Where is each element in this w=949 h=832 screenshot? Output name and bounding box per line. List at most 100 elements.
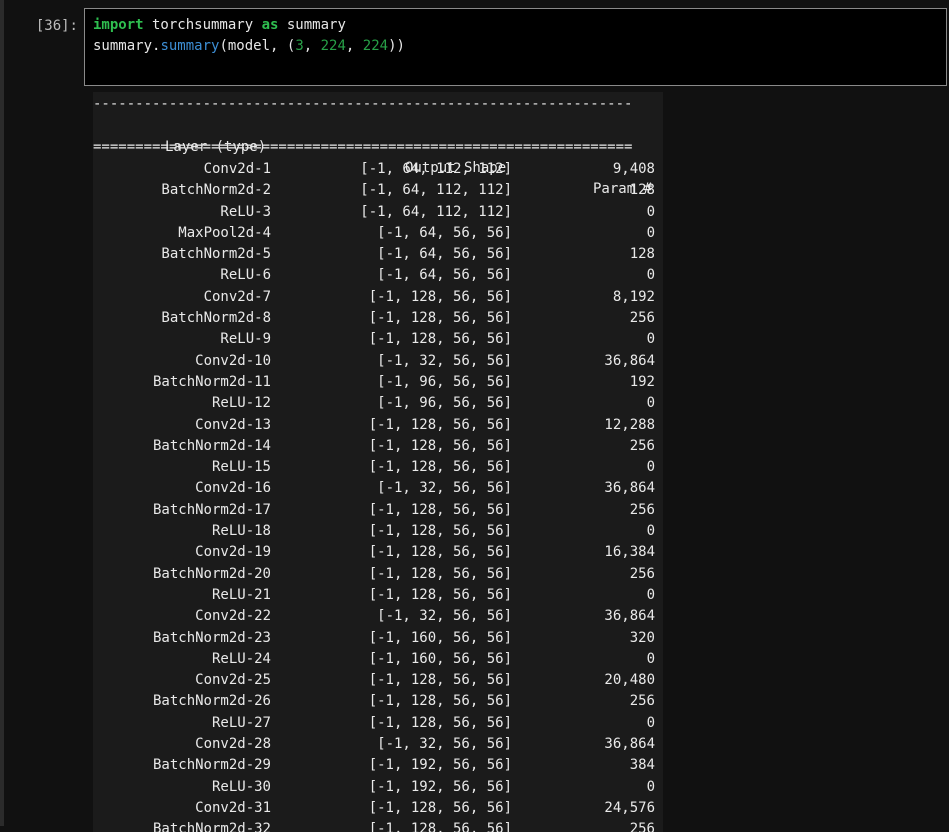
output-shape-cell: [-1, 64, 56, 56] xyxy=(377,246,512,263)
code-token: , xyxy=(345,38,363,54)
code-token: as xyxy=(261,17,279,33)
output-shape-cell: [-1, 128, 56, 56] xyxy=(368,459,512,476)
table-row: Conv2d-31 [-1, 128, 56, 56] 24,576 xyxy=(93,798,663,819)
code-token: import xyxy=(93,17,144,33)
layer-name-cell: ReLU-12 xyxy=(211,395,271,412)
param-count-cell: 0 xyxy=(646,523,655,540)
layer-name-cell: Conv2d-25 xyxy=(195,672,271,689)
param-count-cell: 256 xyxy=(629,310,655,327)
layer-name-cell: MaxPool2d-4 xyxy=(178,224,271,241)
param-count-cell: 0 xyxy=(646,586,655,603)
output-background xyxy=(663,92,949,826)
output-shape-cell: [-1, 128, 56, 56] xyxy=(368,523,512,540)
param-count-cell: 9,408 xyxy=(612,161,655,177)
output-shape-cell: [-1, 32, 56, 56] xyxy=(377,608,512,625)
code-token: 224 xyxy=(362,38,389,54)
layer-name-cell: ReLU-21 xyxy=(211,586,271,603)
layer-name-cell: ReLU-3 xyxy=(220,203,271,220)
layer-name-cell: Conv2d-1 xyxy=(203,161,271,177)
table-row: ReLU-9 [-1, 128, 56, 56] 0 xyxy=(93,329,663,350)
code-line-2: summary.summary(model, (3, 224, 224)) xyxy=(93,36,946,57)
output-shape-cell: [-1, 160, 56, 56] xyxy=(368,629,512,646)
table-row: ReLU-24 [-1, 160, 56, 56] 0 xyxy=(93,649,663,670)
cell-collapse-bar[interactable] xyxy=(0,0,4,826)
param-count-cell: 128 xyxy=(629,246,655,263)
output-shape-cell: [-1, 128, 56, 56] xyxy=(368,693,512,710)
layer-name-cell: Conv2d-13 xyxy=(195,416,271,433)
layer-name-cell: BatchNorm2d-23 xyxy=(152,629,271,646)
code-token: (model, ( xyxy=(219,38,296,54)
output-shape-cell: [-1, 128, 56, 56] xyxy=(368,416,512,433)
param-count-cell: 0 xyxy=(646,395,655,412)
table-row: BatchNorm2d-5 [-1, 64, 56, 56] 128 xyxy=(93,244,663,265)
table-row: BatchNorm2d-26 [-1, 128, 56, 56] 256 xyxy=(93,691,663,712)
table-row: Conv2d-13 [-1, 128, 56, 56] 12,288 xyxy=(93,415,663,436)
param-count-cell: 36,864 xyxy=(604,608,655,625)
output-shape-cell: [-1, 32, 56, 56] xyxy=(377,736,512,753)
param-count-cell: 0 xyxy=(646,267,655,284)
table-row: BatchNorm2d-29 [-1, 192, 56, 56] 384 xyxy=(93,755,663,776)
param-count-cell: 36,864 xyxy=(604,352,655,369)
param-count-cell: 128 xyxy=(629,182,655,199)
output-shape-cell: [-1, 128, 56, 56] xyxy=(368,437,512,454)
table-row: BatchNorm2d-14 [-1, 128, 56, 56] 256 xyxy=(93,436,663,457)
table-row: Conv2d-16 [-1, 32, 56, 56] 36,864 xyxy=(93,478,663,499)
output-shape-cell: [-1, 64, 112, 112] xyxy=(360,203,512,220)
output-shape-cell: [-1, 128, 56, 56] xyxy=(368,288,512,305)
param-count-cell: 256 xyxy=(629,565,655,582)
param-count-cell: 0 xyxy=(646,224,655,241)
code-token: 3 xyxy=(295,38,304,54)
param-count-cell: 20,480 xyxy=(604,672,655,689)
table-row: Conv2d-25 [-1, 128, 56, 56] 20,480 xyxy=(93,670,663,691)
param-count-cell: 12,288 xyxy=(604,416,655,433)
table-row: Conv2d-1 [-1, 64, 112, 112] 9,408 xyxy=(93,159,663,180)
code-token: )) xyxy=(388,38,405,54)
table-row: BatchNorm2d-11 [-1, 96, 56, 56] 192 xyxy=(93,372,663,393)
table-row: ReLU-27 [-1, 128, 56, 56] 0 xyxy=(93,713,663,734)
layer-name-cell: Conv2d-16 xyxy=(195,480,271,497)
table-row: ReLU-12 [-1, 96, 56, 56] 0 xyxy=(93,393,663,414)
param-count-cell: 0 xyxy=(646,331,655,348)
code-editor[interactable]: import torchsummary as summary summary.s… xyxy=(84,8,947,86)
output-shape-cell: [-1, 160, 56, 56] xyxy=(368,650,512,667)
code-token: torchsummary xyxy=(143,17,262,33)
layer-name-cell: Conv2d-31 xyxy=(195,799,271,816)
separator-equals: ========================================… xyxy=(93,139,633,155)
layer-name-cell: ReLU-18 xyxy=(211,523,271,540)
output-shape-cell: [-1, 128, 56, 56] xyxy=(368,714,512,731)
layer-name-cell: Conv2d-19 xyxy=(195,544,271,561)
output-shape-cell: [-1, 32, 56, 56] xyxy=(377,352,512,369)
table-row: Conv2d-7 [-1, 128, 56, 56] 8,192 xyxy=(93,287,663,308)
output-shape-cell: [-1, 192, 56, 56] xyxy=(368,757,512,774)
param-count-cell: 256 xyxy=(629,501,655,518)
notebook-cell: [36]: import torchsummary as summary sum… xyxy=(0,0,949,832)
table-row: ReLU-21 [-1, 128, 56, 56] 0 xyxy=(93,585,663,606)
table-row: Conv2d-22 [-1, 32, 56, 56] 36,864 xyxy=(93,606,663,627)
table-header: Layer (type) Output Shape Param # xyxy=(93,116,663,197)
output-shape-cell: [-1, 128, 56, 56] xyxy=(368,565,512,582)
execution-count-prompt: [36]: xyxy=(35,18,78,34)
table-row: ReLU-6 [-1, 64, 56, 56] 0 xyxy=(93,265,663,286)
code-token: summary xyxy=(160,38,220,54)
param-count-cell: 0 xyxy=(646,778,655,795)
output-shape-cell: [-1, 64, 56, 56] xyxy=(377,224,512,241)
param-count-cell: 0 xyxy=(646,714,655,731)
param-count-cell: 384 xyxy=(629,757,655,774)
table-row: ReLU-30 [-1, 192, 56, 56] 0 xyxy=(93,777,663,798)
code-token: 224 xyxy=(320,38,346,54)
separator-dashes: ----------------------------------------… xyxy=(93,96,633,112)
param-count-cell: 256 xyxy=(629,693,655,710)
table-row: ReLU-18 [-1, 128, 56, 56] 0 xyxy=(93,521,663,542)
param-count-cell: 8,192 xyxy=(612,288,655,305)
output-shape-cell: [-1, 128, 56, 56] xyxy=(368,672,512,689)
param-count-cell: 256 xyxy=(629,437,655,454)
code-token: summary xyxy=(278,17,346,33)
param-count-cell: 24,576 xyxy=(604,799,655,816)
layer-name-cell: BatchNorm2d-29 xyxy=(152,757,271,774)
table-row: BatchNorm2d-23 [-1, 160, 56, 56] 320 xyxy=(93,628,663,649)
layer-name-cell: Conv2d-10 xyxy=(195,352,271,369)
table-row: Conv2d-28 [-1, 32, 56, 56] 36,864 xyxy=(93,734,663,755)
cell-output: ----------------------------------------… xyxy=(93,92,663,832)
param-count-cell: 0 xyxy=(646,650,655,667)
code-token: summary. xyxy=(93,38,161,54)
